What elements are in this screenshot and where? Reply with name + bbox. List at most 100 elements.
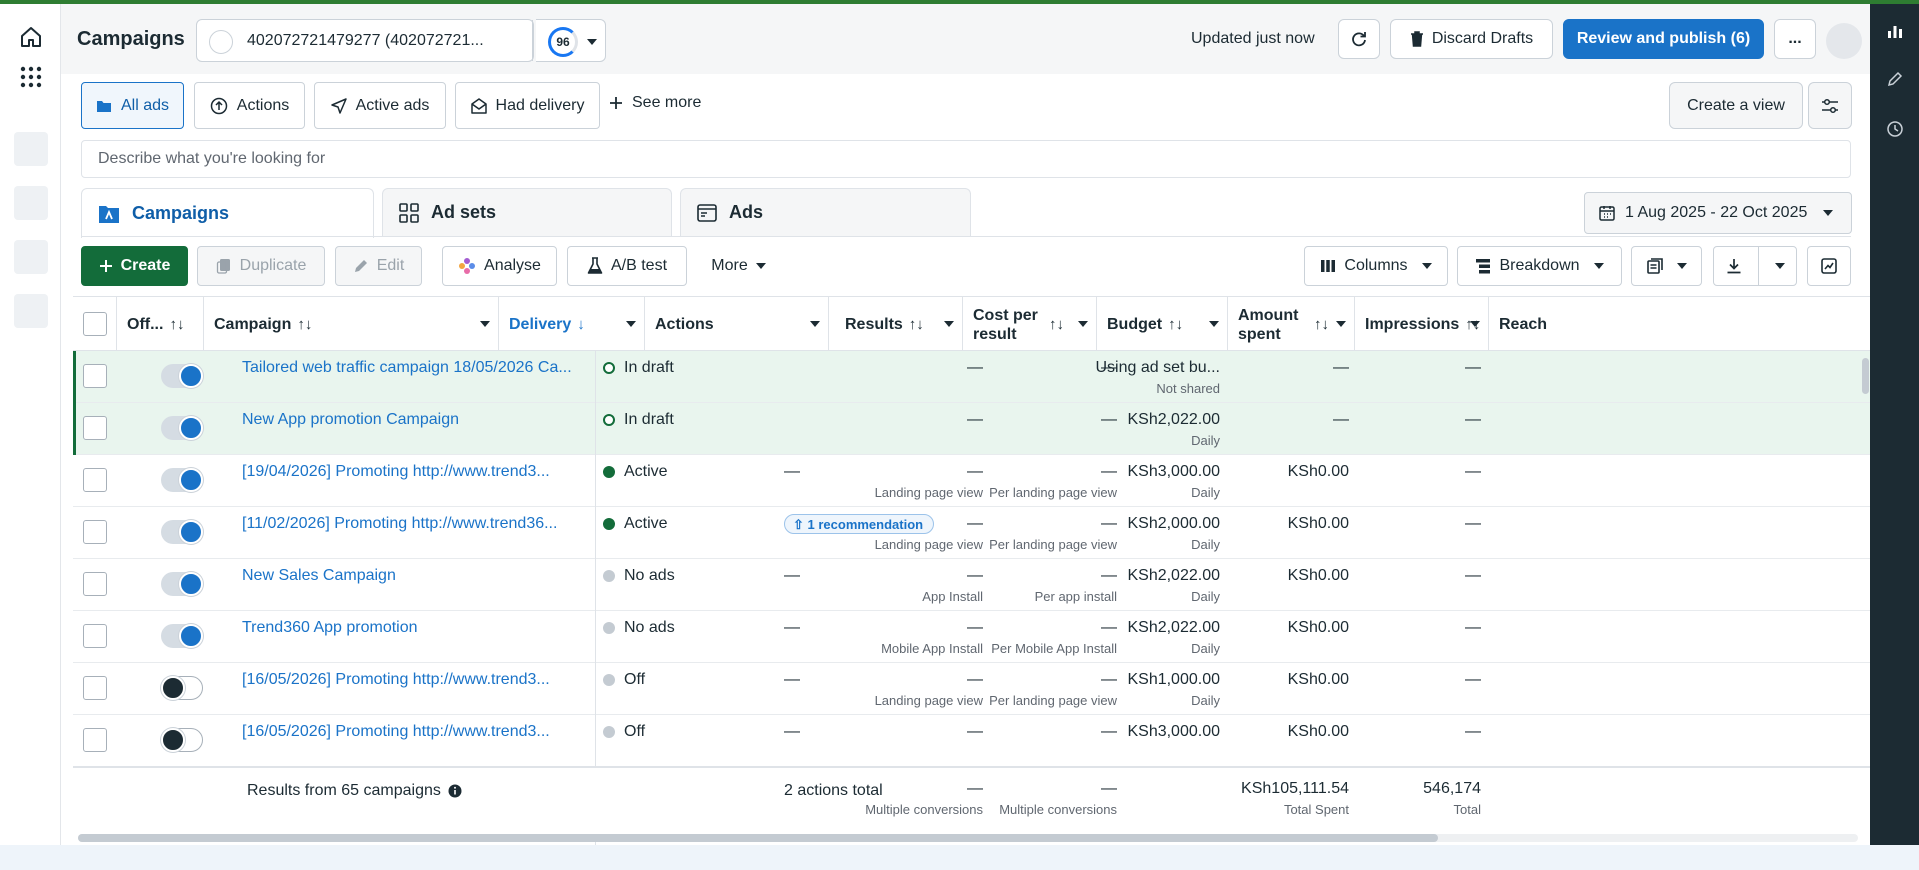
sort-icon[interactable]: ↑↓: [1314, 315, 1329, 334]
view-had-delivery[interactable]: Had delivery: [455, 82, 600, 129]
breakdown-button[interactable]: Breakdown: [1457, 246, 1622, 286]
chart-view-button[interactable]: [1807, 246, 1851, 286]
more-actions-button[interactable]: More: [695, 246, 782, 286]
status-toggle[interactable]: [161, 364, 203, 388]
tab-campaigns[interactable]: Campaigns: [81, 188, 374, 238]
refresh-button[interactable]: [1338, 19, 1380, 59]
status-toggle[interactable]: [161, 624, 203, 648]
select-all-checkbox[interactable]: [83, 312, 107, 336]
pencil-icon[interactable]: [1882, 66, 1908, 92]
search-input[interactable]: [81, 140, 1851, 178]
home-icon[interactable]: [16, 22, 46, 52]
see-more-button[interactable]: See more: [609, 94, 701, 112]
table-row[interactable]: Tailored web traffic campaign 18/05/2026…: [73, 351, 1870, 403]
table-row[interactable]: [16/05/2026] Promoting http://www.trend3…: [73, 715, 1870, 767]
clock-icon[interactable]: [1882, 116, 1908, 142]
row-checkbox[interactable]: [83, 364, 107, 388]
review-and-publish-button[interactable]: Review and publish (6): [1563, 19, 1764, 59]
columns-button[interactable]: Columns: [1304, 246, 1448, 286]
campaign-name-link[interactable]: [19/04/2026] Promoting http://www.trend3…: [242, 463, 592, 481]
sort-icon[interactable]: ↑↓: [909, 316, 924, 333]
campaign-name-link[interactable]: Trend360 App promotion: [242, 619, 592, 637]
tab-ads[interactable]: Ads: [680, 188, 971, 236]
row-checkbox[interactable]: [83, 676, 107, 700]
column-header-impressions[interactable]: Impressions ↑↓: [1355, 297, 1489, 352]
status-toggle[interactable]: [161, 572, 203, 596]
status-toggle[interactable]: [161, 520, 203, 544]
account-selector[interactable]: 402072721479277 (402072721...: [196, 19, 534, 62]
reports-dropdown-button[interactable]: [1631, 246, 1702, 286]
campaign-name-link[interactable]: [16/05/2026] Promoting http://www.trend3…: [242, 723, 592, 741]
view-active-ads[interactable]: Active ads: [314, 82, 446, 129]
sort-icon[interactable]: ↑↓: [297, 316, 312, 333]
chevron-down-icon[interactable]: [810, 321, 820, 327]
table-row[interactable]: New Sales Campaign No ads — — App Install — Pe…: [73, 559, 1870, 611]
row-checkbox[interactable]: [83, 416, 107, 440]
sort-icon[interactable]: ↑↓: [169, 316, 184, 333]
export-dropdown-button[interactable]: [1713, 246, 1797, 286]
duplicate-button[interactable]: Duplicate: [197, 246, 325, 286]
table-row[interactable]: Trend360 App promotion No ads — — Mobile App…: [73, 611, 1870, 663]
sort-icon[interactable]: ↑↓: [1168, 316, 1183, 333]
column-header-off[interactable]: Off... ↑↓: [117, 297, 204, 352]
table-row[interactable]: [16/05/2026] Promoting http://www.trend3…: [73, 663, 1870, 715]
status-toggle[interactable]: [161, 468, 203, 492]
status-toggle[interactable]: [161, 676, 203, 700]
row-checkbox[interactable]: [83, 572, 107, 596]
column-header-reach[interactable]: Reach: [1489, 297, 1589, 352]
row-checkbox[interactable]: [83, 468, 107, 492]
chevron-down-icon[interactable]: [944, 321, 954, 327]
campaign-name-link[interactable]: [16/05/2026] Promoting http://www.trend3…: [242, 671, 592, 689]
campaign-name-link[interactable]: [11/02/2026] Promoting http://www.trend3…: [242, 515, 592, 533]
chevron-down-icon[interactable]: [1209, 321, 1219, 327]
nav-placeholder[interactable]: [14, 186, 48, 220]
status-toggle[interactable]: [161, 728, 203, 752]
chevron-down-icon[interactable]: [1336, 321, 1346, 327]
row-checkbox[interactable]: [83, 624, 107, 648]
column-header-actions[interactable]: Actions: [645, 297, 829, 352]
horizontal-scrollbar[interactable]: [78, 834, 1858, 842]
recommendation-badge[interactable]: ⇧ 1 recommendation: [784, 514, 935, 534]
column-header-cost-per-result[interactable]: Cost per result ↑↓: [963, 297, 1097, 352]
create-button[interactable]: Create: [81, 246, 188, 286]
discard-drafts-button[interactable]: Discard Drafts: [1390, 19, 1553, 59]
nav-placeholder[interactable]: [14, 294, 48, 328]
chevron-down-icon[interactable]: [626, 321, 636, 327]
vertical-scrollbar[interactable]: [1862, 358, 1869, 394]
row-checkbox[interactable]: [83, 520, 107, 544]
date-range-picker[interactable]: 1 Aug 2025 - 22 Oct 2025: [1584, 192, 1852, 234]
sort-descending-icon[interactable]: ↓: [577, 316, 585, 333]
avatar[interactable]: [1826, 23, 1862, 59]
chevron-down-icon[interactable]: [1078, 321, 1088, 327]
sort-icon[interactable]: ↑↓: [1049, 315, 1064, 334]
chart-icon[interactable]: [1882, 18, 1908, 44]
table-row[interactable]: [19/04/2026] Promoting http://www.trend3…: [73, 455, 1870, 507]
create-view-button[interactable]: Create a view: [1669, 82, 1803, 129]
row-checkbox[interactable]: [83, 728, 107, 752]
analyse-button[interactable]: Analyse: [442, 246, 557, 286]
table-row[interactable]: New App promotion Campaign In draft — — KSh2…: [73, 403, 1870, 455]
ab-test-button[interactable]: A/B test: [567, 246, 687, 286]
campaign-name-link[interactable]: New App promotion Campaign: [242, 411, 592, 429]
info-icon[interactable]: [448, 784, 462, 798]
status-toggle[interactable]: [161, 416, 203, 440]
campaign-name-link[interactable]: New Sales Campaign: [242, 567, 592, 585]
apps-grid-icon[interactable]: [16, 62, 46, 92]
chevron-down-icon[interactable]: [480, 321, 490, 327]
tab-ad-sets[interactable]: Ad sets: [382, 188, 672, 236]
view-all-ads[interactable]: All ads: [81, 82, 184, 129]
nav-placeholder[interactable]: [14, 132, 48, 166]
more-options-button[interactable]: ...: [1774, 19, 1816, 59]
column-header-campaign[interactable]: Campaign ↑↓: [204, 297, 499, 352]
column-header-budget[interactable]: Budget ↑↓: [1097, 297, 1228, 352]
column-header-amount-spent[interactable]: Amount spent ↑↓: [1228, 297, 1355, 352]
column-header-delivery[interactable]: Delivery ↓: [499, 297, 645, 352]
campaign-name-link[interactable]: Tailored web traffic campaign 18/05/2026…: [242, 359, 592, 377]
horizontal-scrollbar-thumb[interactable]: [78, 834, 1438, 842]
edit-button[interactable]: Edit: [335, 246, 422, 286]
nav-placeholder[interactable]: [14, 240, 48, 274]
opportunity-score-dropdown[interactable]: 96: [536, 19, 606, 62]
view-settings-button[interactable]: [1808, 82, 1852, 129]
view-actions[interactable]: Actions: [194, 82, 305, 129]
chevron-down-icon[interactable]: [1470, 321, 1480, 327]
